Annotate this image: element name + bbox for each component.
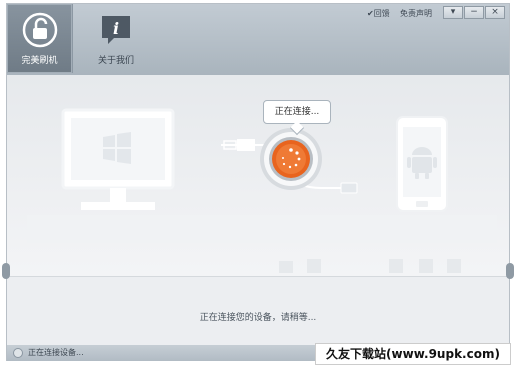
unlock-icon <box>22 12 58 48</box>
right-edge-handle <box>506 263 514 279</box>
connecting-tooltip: 正在连接... <box>263 100 331 136</box>
site-watermark: 久友下载站(www.9upk.com) <box>315 343 511 365</box>
connecting-tooltip-text: 正在连接... <box>274 107 320 117</box>
left-edge-handle <box>2 263 10 279</box>
connection-panel: 正在连接... <box>7 75 509 276</box>
connection-message: 正在连接您的设备，请稍等... <box>199 313 317 323</box>
connecting-spinner-icon <box>260 128 322 190</box>
status-text: 正在连接设备... <box>28 348 84 357</box>
top-toolbar: 完美刷机 i 关于我们 ✔回馈 免责声明 ▾ − × <box>7 4 509 75</box>
message-panel: 正在连接您的设备，请稍等... <box>7 276 509 345</box>
tab-about-label: 关于我们 <box>97 56 134 66</box>
computer-icon <box>61 108 175 210</box>
feedback-label[interactable]: ✔回馈 <box>367 8 390 19</box>
disclaimer-label[interactable]: 免责声明 <box>400 8 432 19</box>
app-window: 完美刷机 i 关于我们 ✔回馈 免责声明 ▾ − × 正在连接... 正在连接您… <box>6 3 510 361</box>
connection-illustration <box>27 108 497 273</box>
close-button[interactable]: × <box>485 6 505 19</box>
svg-text:i: i <box>113 19 119 38</box>
info-icon: i <box>102 16 130 44</box>
menu-button[interactable]: ▾ <box>443 6 463 19</box>
tab-about[interactable]: i 关于我们 <box>83 4 149 73</box>
disclaimer-link[interactable]: 免责声明 <box>400 6 432 21</box>
status-indicator-icon <box>13 348 23 358</box>
tab-flash[interactable]: 完美刷机 <box>7 4 73 73</box>
minimize-button[interactable]: − <box>464 6 484 19</box>
feedback-link[interactable]: ✔回馈 <box>367 6 390 21</box>
phone-icon <box>396 116 448 212</box>
tab-flash-label: 完美刷机 <box>21 56 58 66</box>
